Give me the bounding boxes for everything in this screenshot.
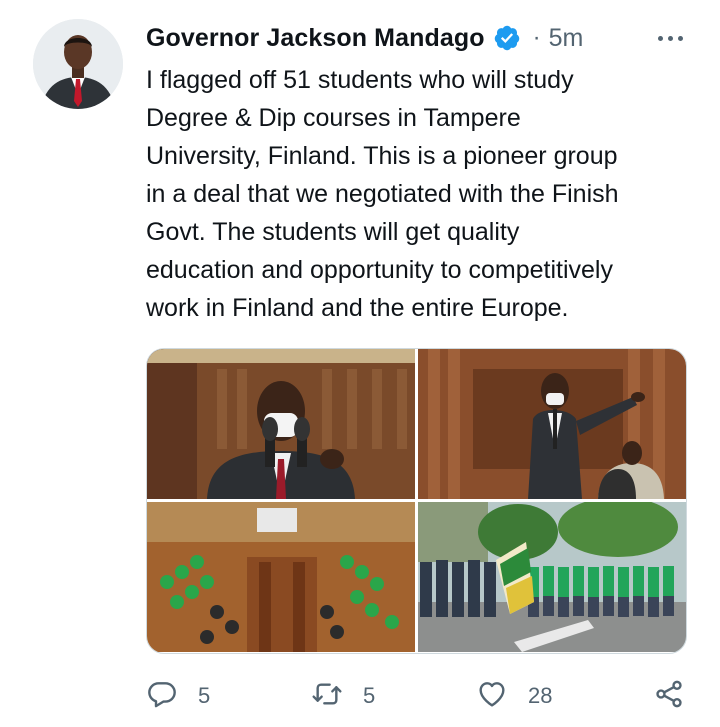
governor-speaking-photo[interactable] [147,349,415,499]
more-dot [667,35,673,41]
like-button[interactable]: 28 [476,676,552,716]
tweet-actions: 5 5 28 [146,676,691,716]
avatar[interactable] [33,19,123,109]
share-button[interactable] [653,676,685,716]
more-dot [677,35,683,41]
reply-count: 5 [198,683,211,708]
assembly-hall-photo[interactable] [147,502,415,652]
reply-icon [146,678,178,715]
flag-off-outdoor-photo[interactable] [418,502,686,652]
verified-badge-icon [493,24,521,52]
author-name[interactable]: Governor Jackson Mandago [146,24,485,53]
separator-dot: · [532,24,541,51]
tweet-header: Governor Jackson Mandago · 5m [146,20,583,56]
reply-button[interactable]: 5 [146,676,210,716]
like-count: 28 [528,683,553,708]
tweet-text: I flagged off 51 students who will study… [146,66,619,322]
share-icon [653,678,685,715]
retweet-icon [311,678,343,715]
heart-icon [476,678,508,715]
more-dot [657,35,663,41]
retweet-button[interactable]: 5 [311,676,375,716]
timestamp[interactable]: 5m [549,24,584,53]
more-options-icon[interactable] [650,24,690,52]
media-grid [146,348,687,654]
governor-gesturing-photo[interactable] [418,349,686,499]
retweet-count: 5 [363,683,376,708]
